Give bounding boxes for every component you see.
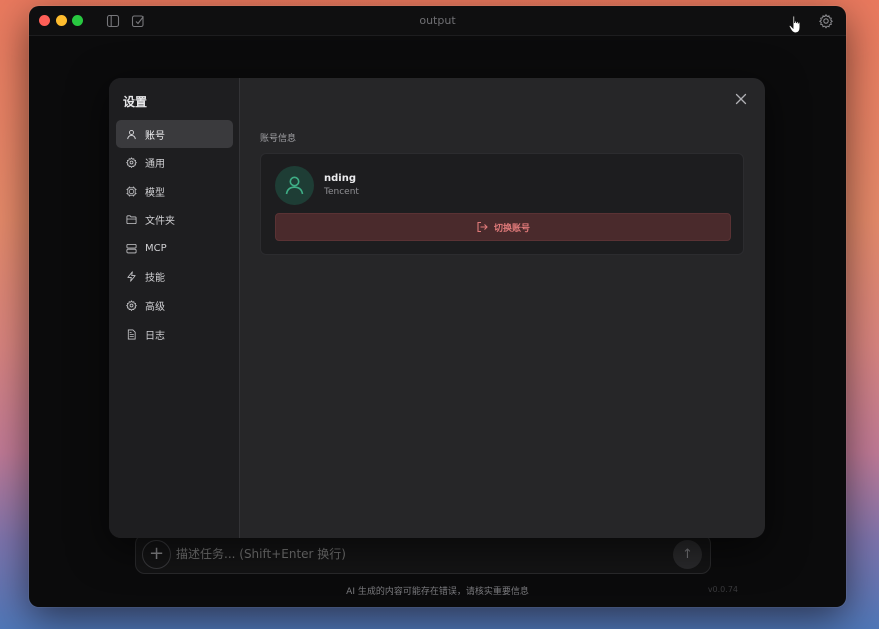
settings-nav-advanced[interactable]: 高级 — [116, 292, 233, 320]
settings-nav-skills[interactable]: 技能 — [116, 263, 233, 291]
gear-icon — [126, 157, 137, 169]
task-input[interactable] — [176, 547, 656, 561]
user-avatar-icon — [285, 176, 304, 195]
nav-label: 文件夹 — [145, 216, 175, 228]
user-organization: Tencent — [324, 187, 359, 197]
nav-label: MCP — [145, 242, 167, 254]
settings-nav-general[interactable]: 通用 — [116, 149, 233, 177]
window-title: output — [419, 14, 456, 27]
title-bar: output — [29, 6, 846, 36]
document-icon — [127, 329, 136, 340]
switch-account-label: 切换账号 — [493, 223, 530, 234]
nav-label: 账号 — [145, 130, 165, 142]
settings-sidebar: 设置 账号 通用 模型 文件夹 MCP 技能 高级 日志 — [109, 78, 240, 538]
add-attachment-button[interactable]: + — [142, 540, 171, 569]
task-composer: + ↑ — [135, 534, 711, 574]
folder-icon — [126, 215, 137, 225]
gear-advanced-icon — [126, 300, 137, 312]
server-icon — [126, 243, 137, 254]
settings-nav-folders[interactable]: 文件夹 — [116, 206, 233, 234]
version-label: v0.0.74 — [707, 585, 738, 594]
send-button[interactable]: ↑ — [673, 540, 702, 569]
nav-label: 高级 — [145, 302, 165, 314]
settings-nav-mcp[interactable]: MCP — [116, 234, 233, 262]
nav-label: 通用 — [145, 159, 165, 171]
settings-nav-logs[interactable]: 日志 — [116, 320, 233, 348]
account-section-label: 账号信息 — [260, 134, 297, 144]
settings-nav: 账号 通用 模型 文件夹 MCP 技能 高级 日志 — [116, 120, 233, 349]
chip-icon — [126, 186, 137, 197]
user-icon — [127, 129, 136, 139]
nav-label: 技能 — [145, 273, 165, 285]
settings-nav-account[interactable]: 账号 — [116, 120, 233, 148]
settings-dialog: 设置 账号 通用 模型 文件夹 MCP 技能 高级 日志 账号信息 nding … — [109, 78, 765, 538]
user-name: nding — [324, 173, 356, 184]
settings-nav-model[interactable]: 模型 — [116, 177, 233, 205]
logout-icon — [477, 221, 488, 233]
settings-gear-icon[interactable] — [818, 13, 834, 29]
close-icon[interactable] — [735, 93, 747, 105]
avatar — [275, 166, 314, 205]
hand-cursor-icon — [788, 15, 801, 34]
bolt-icon — [127, 271, 136, 283]
switch-account-button[interactable]: 切换账号 — [275, 213, 731, 241]
nav-label: 日志 — [145, 330, 165, 342]
settings-title: 设置 — [123, 95, 148, 109]
account-card: nding Tencent 切换账号 — [260, 153, 744, 255]
nav-label: 模型 — [145, 187, 165, 199]
